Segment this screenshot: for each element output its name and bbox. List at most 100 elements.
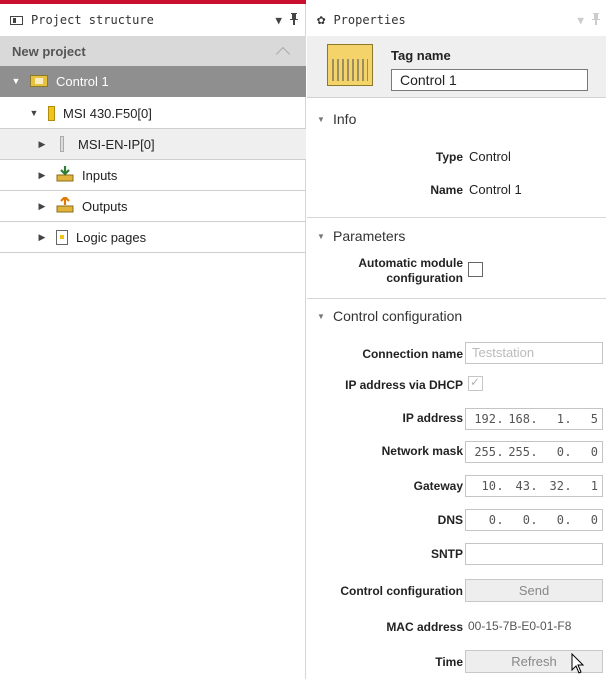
dot: . (496, 479, 504, 493)
gateway-octet[interactable]: 1 (572, 479, 598, 493)
dot: . (564, 445, 572, 459)
tag-name-input[interactable]: Control 1 (391, 69, 588, 91)
tree-item-label: MSI-EN-IP[0] (78, 136, 155, 152)
divider (307, 217, 606, 218)
tree-item-label: Control 1 (56, 73, 109, 89)
expand-arrow-icon[interactable]: ▶ (36, 170, 48, 181)
send-button[interactable]: Send (465, 579, 603, 602)
name-value: Control 1 (469, 182, 522, 197)
tree-item-msi-430[interactable]: ▼ MSI 430.F50[0] (0, 98, 306, 129)
tree-item-label: Logic pages (76, 229, 147, 245)
section-control-config-header[interactable]: ▼ Control configuration (307, 303, 606, 329)
connection-name-label: Connection name (362, 347, 463, 361)
section-parameters-header[interactable]: ▼ Parameters (307, 223, 606, 249)
expand-arrow-icon[interactable]: ▶ (36, 139, 48, 150)
ip-octet[interactable]: 168 (504, 412, 530, 426)
pin-icon[interactable] (592, 12, 600, 28)
mac-address-value: 00-15-7B-E0-01-F8 (468, 619, 572, 633)
dot: . (530, 479, 538, 493)
dns-octet[interactable]: 0 (504, 513, 530, 527)
tree-item-control-1[interactable]: ▼ Control 1 (0, 66, 306, 97)
dot: . (564, 513, 572, 527)
auto-config-checkbox[interactable] (468, 262, 483, 277)
pin-icon[interactable] (290, 12, 298, 28)
section-title: Info (333, 111, 357, 127)
mouse-cursor-icon (571, 653, 585, 674)
ip-octet[interactable]: 5 (572, 412, 598, 426)
name-label: Name (430, 183, 463, 197)
gateway-octet[interactable]: 43 (504, 479, 530, 493)
tree-item-outputs[interactable]: ▶ Outputs (0, 191, 306, 222)
expand-arrow-icon[interactable]: ▼ (10, 76, 22, 86)
outputs-icon (56, 194, 74, 216)
ip-address-field[interactable]: 192. 168. 1. 5 (465, 408, 603, 430)
dot: . (564, 412, 572, 426)
mask-octet[interactable]: 255 (504, 445, 530, 459)
dot: . (496, 513, 504, 527)
properties-header: ✿ Properties ▼ (307, 4, 606, 36)
mask-octet[interactable]: 0 (572, 445, 598, 459)
sntp-label: SNTP (430, 547, 463, 561)
gateway-field[interactable]: 10. 43. 32. 1 (465, 475, 603, 497)
project-row[interactable]: New project (0, 36, 306, 66)
network-mask-field[interactable]: 255. 255. 0. 0 (465, 441, 603, 463)
time-label: Time (435, 655, 463, 669)
dns-octet[interactable]: 0 (572, 513, 598, 527)
dot: . (530, 445, 538, 459)
project-structure-panel-icon (10, 15, 23, 25)
control-config-label: Control configuration (340, 584, 463, 598)
tag-name-label: Tag name (391, 48, 451, 63)
connection-name-input[interactable]: Teststation (465, 342, 603, 364)
section-info-header[interactable]: ▼ Info (307, 106, 606, 132)
properties-panel: ✿ Properties ▼ Tag name Control 1 ▼ Info… (307, 0, 606, 679)
tree-item-label: Outputs (82, 198, 128, 214)
expand-arrow-icon[interactable]: ▶ (36, 232, 48, 243)
project-name: New project (12, 43, 86, 59)
panel-title: Properties (333, 13, 406, 27)
module-icon (60, 136, 64, 152)
tree-item-logic-pages[interactable]: ▶ Logic pages (0, 222, 306, 253)
section-title: Parameters (333, 228, 406, 244)
collapse-triangle-icon: ▼ (317, 311, 325, 321)
dns-octet[interactable]: 0 (538, 513, 564, 527)
page-icon (56, 229, 68, 245)
dns-field[interactable]: 0. 0. 0. 0 (465, 509, 603, 531)
ip-octet[interactable]: 192 (470, 412, 496, 426)
panel-title: Project structure (31, 13, 154, 27)
gear-icon: ✿ (317, 12, 326, 28)
chevron-down-icon[interactable]: ▼ (577, 14, 584, 27)
inputs-icon (56, 165, 74, 185)
dhcp-label: IP address via DHCP (345, 378, 463, 392)
tag-name-area: Tag name Control 1 (307, 36, 606, 98)
mask-octet[interactable]: 255 (470, 445, 496, 459)
dot: . (564, 479, 572, 493)
gateway-octet[interactable]: 10 (470, 479, 496, 493)
ip-address-label: IP address (402, 411, 463, 425)
ip-octet[interactable]: 1 (538, 412, 564, 426)
gateway-label: Gateway (413, 479, 463, 493)
control-icon (30, 75, 48, 87)
dot: . (530, 412, 538, 426)
expand-arrow-icon[interactable]: ▼ (28, 108, 40, 118)
collapse-chevron-icon[interactable] (275, 46, 291, 62)
mask-octet[interactable]: 0 (538, 445, 564, 459)
auto-config-label-line2: configuration (386, 271, 463, 285)
type-label: Type (435, 150, 463, 164)
dns-octet[interactable]: 0 (470, 513, 496, 527)
sntp-input[interactable] (465, 543, 603, 565)
tree-item-label: MSI 430.F50[0] (63, 105, 152, 121)
gateway-octet[interactable]: 32 (538, 479, 564, 493)
tree-item-msi-en-ip[interactable]: ▶ MSI-EN-IP[0] (0, 129, 306, 160)
dot: . (530, 513, 538, 527)
dhcp-checkbox[interactable] (468, 375, 483, 391)
section-title: Control configuration (333, 308, 463, 324)
network-mask-label: Network mask (381, 444, 463, 458)
auto-config-label-line1: Automatic module (358, 256, 463, 270)
dot: . (496, 412, 504, 426)
dns-label: DNS (437, 513, 463, 527)
tree-item-inputs[interactable]: ▶ Inputs (0, 160, 306, 191)
project-structure-header: Project structure ▼ (0, 4, 306, 36)
tree-item-label: Inputs (82, 167, 118, 183)
chevron-down-icon[interactable]: ▼ (275, 14, 282, 27)
expand-arrow-icon[interactable]: ▶ (36, 201, 48, 212)
